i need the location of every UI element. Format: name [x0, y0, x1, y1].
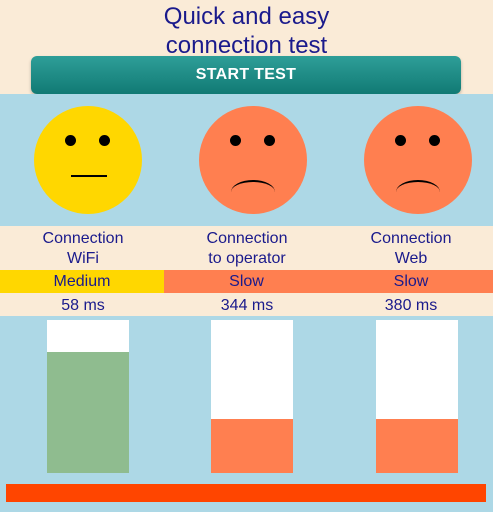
right-eye — [99, 135, 110, 146]
wifi-speed-bar-fill — [47, 352, 129, 473]
sad-mouth — [231, 180, 275, 204]
neutral-mouth — [71, 175, 107, 177]
neutral-face-icon — [34, 106, 142, 214]
web-status-badge: Slow — [329, 270, 493, 293]
bars-panel — [0, 316, 493, 512]
operator-latency: 344 ms — [220, 297, 274, 314]
operator-speed-bar — [211, 320, 293, 473]
connection-web-label: Connection Web — [370, 230, 452, 267]
app-title: Quick and easy connection test — [0, 2, 493, 60]
operator-status-badge: Slow — [164, 270, 329, 293]
web-speed-bar — [376, 320, 458, 473]
connection-operator-label: Connection to operator — [206, 230, 288, 267]
title-line-1: Quick and easy — [163, 3, 330, 30]
web-latency: 380 ms — [384, 297, 438, 314]
web-speed-bar-fill — [376, 419, 458, 473]
bottom-progress-strip — [6, 484, 486, 502]
sad-face-icon — [364, 106, 472, 214]
right-eye — [264, 135, 275, 146]
wifi-latency: 58 ms — [61, 297, 105, 314]
wifi-speed-bar — [47, 320, 129, 473]
left-eye — [395, 135, 406, 146]
start-test-button[interactable]: START TEST — [31, 56, 461, 94]
left-eye — [230, 135, 241, 146]
faces-panel — [0, 94, 493, 226]
right-eye — [429, 135, 440, 146]
connection-wifi-label: Connection WiFi — [42, 230, 124, 267]
sad-face-icon — [199, 106, 307, 214]
wifi-status-badge: Medium — [0, 270, 164, 293]
left-eye — [65, 135, 76, 146]
operator-speed-bar-fill — [211, 419, 293, 473]
sad-mouth — [396, 180, 440, 204]
